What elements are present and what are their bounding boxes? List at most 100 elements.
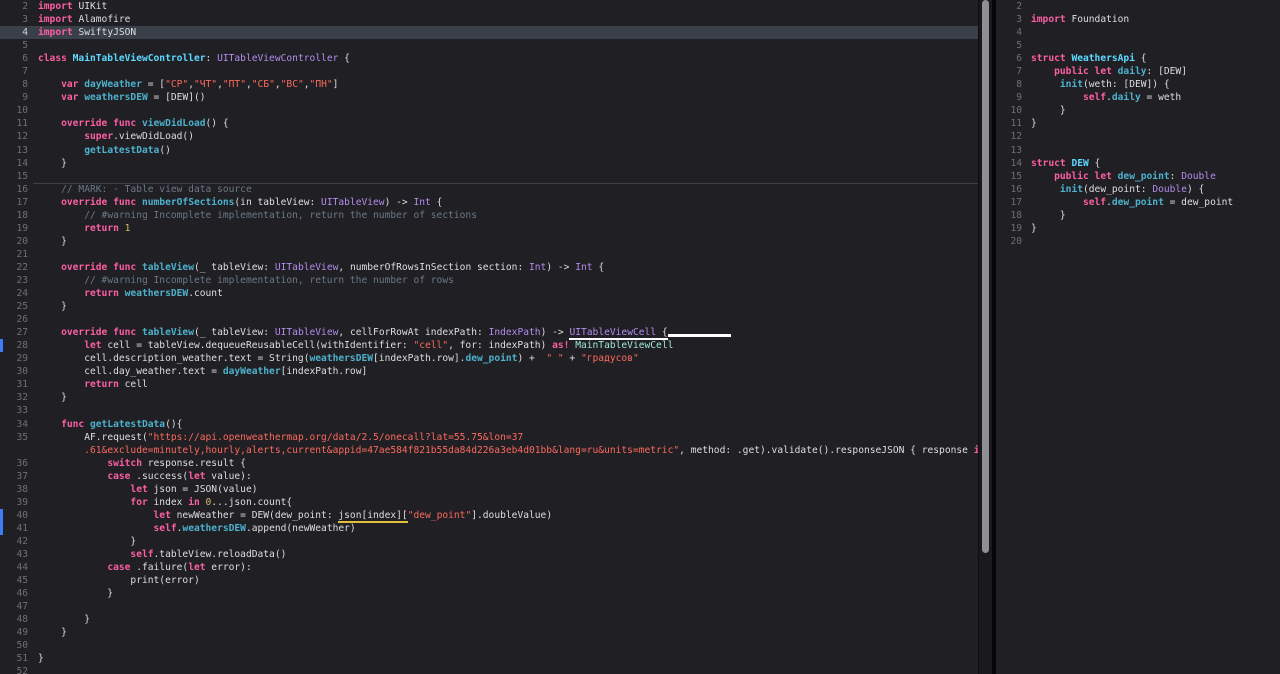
code-line[interactable]: 41 self.weathersDEW.append(newWeather) xyxy=(0,521,978,535)
code-line[interactable]: 7 public let daily: [DEW] xyxy=(996,65,1280,78)
line-number[interactable]: 20 xyxy=(0,235,28,248)
line-number[interactable]: 41 xyxy=(0,522,28,535)
line-number[interactable]: 12 xyxy=(0,130,28,143)
left-editor-scrollbar[interactable] xyxy=(978,0,992,674)
line-number[interactable] xyxy=(0,444,28,457)
line-number[interactable]: 10 xyxy=(0,104,28,117)
code-line[interactable]: 12 xyxy=(996,130,1280,143)
code-line[interactable]: 15 public let dew_point: Double xyxy=(996,170,1280,183)
code-line[interactable]: 29 cell.description_weather.text = Strin… xyxy=(0,352,978,365)
code-line[interactable]: 36 switch response.result { xyxy=(0,457,978,470)
code-line[interactable]: 26 xyxy=(0,313,978,326)
line-number[interactable]: 27 xyxy=(0,326,28,339)
code-line[interactable]: 33 xyxy=(0,404,978,417)
code-line[interactable]: 45 print(error) xyxy=(0,574,978,587)
code-line[interactable]: 9 self.daily = weth xyxy=(996,91,1280,104)
code-line[interactable]: 30 cell.day_weather.text = dayWeather[in… xyxy=(0,365,978,378)
code-line[interactable]: 5 xyxy=(0,39,978,52)
code-line[interactable]: 7 xyxy=(0,65,978,78)
code-line[interactable]: 3 import Foundation xyxy=(996,13,1280,26)
code-line[interactable]: 2 import UIKit xyxy=(0,0,978,13)
code-line[interactable]: 2 xyxy=(996,0,1280,13)
line-number[interactable]: 25 xyxy=(0,300,28,313)
code-line[interactable]: 16 init(dew_point: Double) { xyxy=(996,183,1280,196)
code-line[interactable]: 19 return 1 xyxy=(0,222,978,235)
line-number[interactable]: 52 xyxy=(0,665,28,674)
code-line[interactable]: 19} xyxy=(996,222,1280,235)
line-number[interactable]: 36 xyxy=(0,457,28,470)
line-number[interactable]: 26 xyxy=(0,313,28,326)
code-line[interactable]: 17 override func numberOfSections(in tab… xyxy=(0,196,978,209)
line-number[interactable]: 18 xyxy=(996,209,1022,222)
line-number[interactable]: 2 xyxy=(0,0,28,13)
line-number[interactable]: 13 xyxy=(996,144,1022,157)
line-number[interactable]: 43 xyxy=(0,548,28,561)
code-line[interactable]: 44 case .failure(let error): xyxy=(0,561,978,574)
code-line[interactable]: 48 } xyxy=(0,613,978,626)
code-line[interactable]: 8 var dayWeather = ["СР","ЧТ","ПТ","СБ",… xyxy=(0,78,978,91)
code-line[interactable]: 10 xyxy=(0,104,978,117)
code-line[interactable]: 14 struct DEW { xyxy=(996,157,1280,170)
line-number[interactable]: 46 xyxy=(0,587,28,600)
line-number[interactable]: 3 xyxy=(996,13,1022,26)
code-line[interactable]: 37 case .success(let value): xyxy=(0,470,978,483)
code-line[interactable]: 14 } xyxy=(0,157,978,170)
line-number[interactable]: 9 xyxy=(996,91,1022,104)
code-line[interactable]: 13 getLatestData() xyxy=(0,144,978,157)
line-number[interactable]: 8 xyxy=(0,78,28,91)
line-number[interactable]: 17 xyxy=(0,196,28,209)
code-line[interactable]: 40 let newWeather = DEW(dew_point: json[… xyxy=(0,508,978,523)
code-line[interactable]: 38 let json = JSON(value) xyxy=(0,483,978,496)
line-number[interactable]: 40 xyxy=(0,509,28,522)
line-number[interactable]: 44 xyxy=(0,561,28,574)
code-line[interactable]: 25 } xyxy=(0,300,978,313)
line-number[interactable]: 30 xyxy=(0,365,28,378)
line-number[interactable]: 33 xyxy=(0,404,28,417)
line-number[interactable]: 32 xyxy=(0,391,28,404)
line-number[interactable]: 19 xyxy=(996,222,1022,235)
code-line[interactable]: 18 } xyxy=(996,209,1280,222)
line-number[interactable]: 7 xyxy=(0,65,28,78)
line-number[interactable]: 45 xyxy=(0,574,28,587)
code-line[interactable]: 39 for index in 0...json.count{ xyxy=(0,496,978,509)
line-number[interactable]: 8 xyxy=(996,78,1022,91)
line-number[interactable]: 16 xyxy=(0,183,28,196)
code-line[interactable]: 51} xyxy=(0,652,978,665)
line-number[interactable]: 20 xyxy=(996,235,1022,248)
line-number[interactable]: 19 xyxy=(0,222,28,235)
line-number[interactable]: 6 xyxy=(0,52,28,65)
code-line[interactable]: 21 xyxy=(0,248,978,261)
scrollbar-thumb[interactable] xyxy=(982,0,989,553)
line-number[interactable]: 48 xyxy=(0,613,28,626)
code-line[interactable]: 12 super.viewDidLoad() xyxy=(0,130,978,143)
code-line[interactable]: 3 import Alamofire xyxy=(0,13,978,26)
code-line[interactable]: 8 init(weth: [DEW]) { xyxy=(996,78,1280,91)
line-number[interactable]: 24 xyxy=(0,287,28,300)
code-line[interactable]: 31 return cell xyxy=(0,378,978,391)
line-number[interactable]: 12 xyxy=(996,130,1022,143)
code-line[interactable]: 34 func getLatestData(){ xyxy=(0,418,978,431)
code-line[interactable]: 47 xyxy=(0,600,978,613)
line-number[interactable]: 5 xyxy=(0,39,28,52)
code-line[interactable]: 24 return weathersDEW.count xyxy=(0,287,978,300)
line-number[interactable]: 39 xyxy=(0,496,28,509)
code-line[interactable]: 5 xyxy=(996,39,1280,52)
line-number[interactable]: 35 xyxy=(0,431,28,444)
line-number[interactable]: 7 xyxy=(996,65,1022,78)
code-line[interactable]: 35 AF.request("https://api.openweatherma… xyxy=(0,431,978,444)
line-number[interactable]: 50 xyxy=(0,639,28,652)
line-number[interactable]: 29 xyxy=(0,352,28,365)
code-line[interactable]: 18 // #warning Incomplete implementation… xyxy=(0,209,978,222)
code-line[interactable]: .61&exclude=minutely,hourly,alerts,curre… xyxy=(0,444,978,457)
line-number[interactable]: 13 xyxy=(0,144,28,157)
line-number[interactable]: 4 xyxy=(996,26,1022,39)
code-line[interactable]: 16 // MARK: - Table view data source xyxy=(0,182,978,196)
line-number[interactable]: 34 xyxy=(0,418,28,431)
line-number[interactable]: 37 xyxy=(0,470,28,483)
code-line[interactable]: 20 } xyxy=(0,235,978,248)
code-line[interactable]: 15 xyxy=(0,170,978,183)
line-number[interactable]: 23 xyxy=(0,274,28,287)
line-number[interactable]: 17 xyxy=(996,196,1022,209)
line-number[interactable]: 51 xyxy=(0,652,28,665)
code-line[interactable]: 32 } xyxy=(0,391,978,404)
